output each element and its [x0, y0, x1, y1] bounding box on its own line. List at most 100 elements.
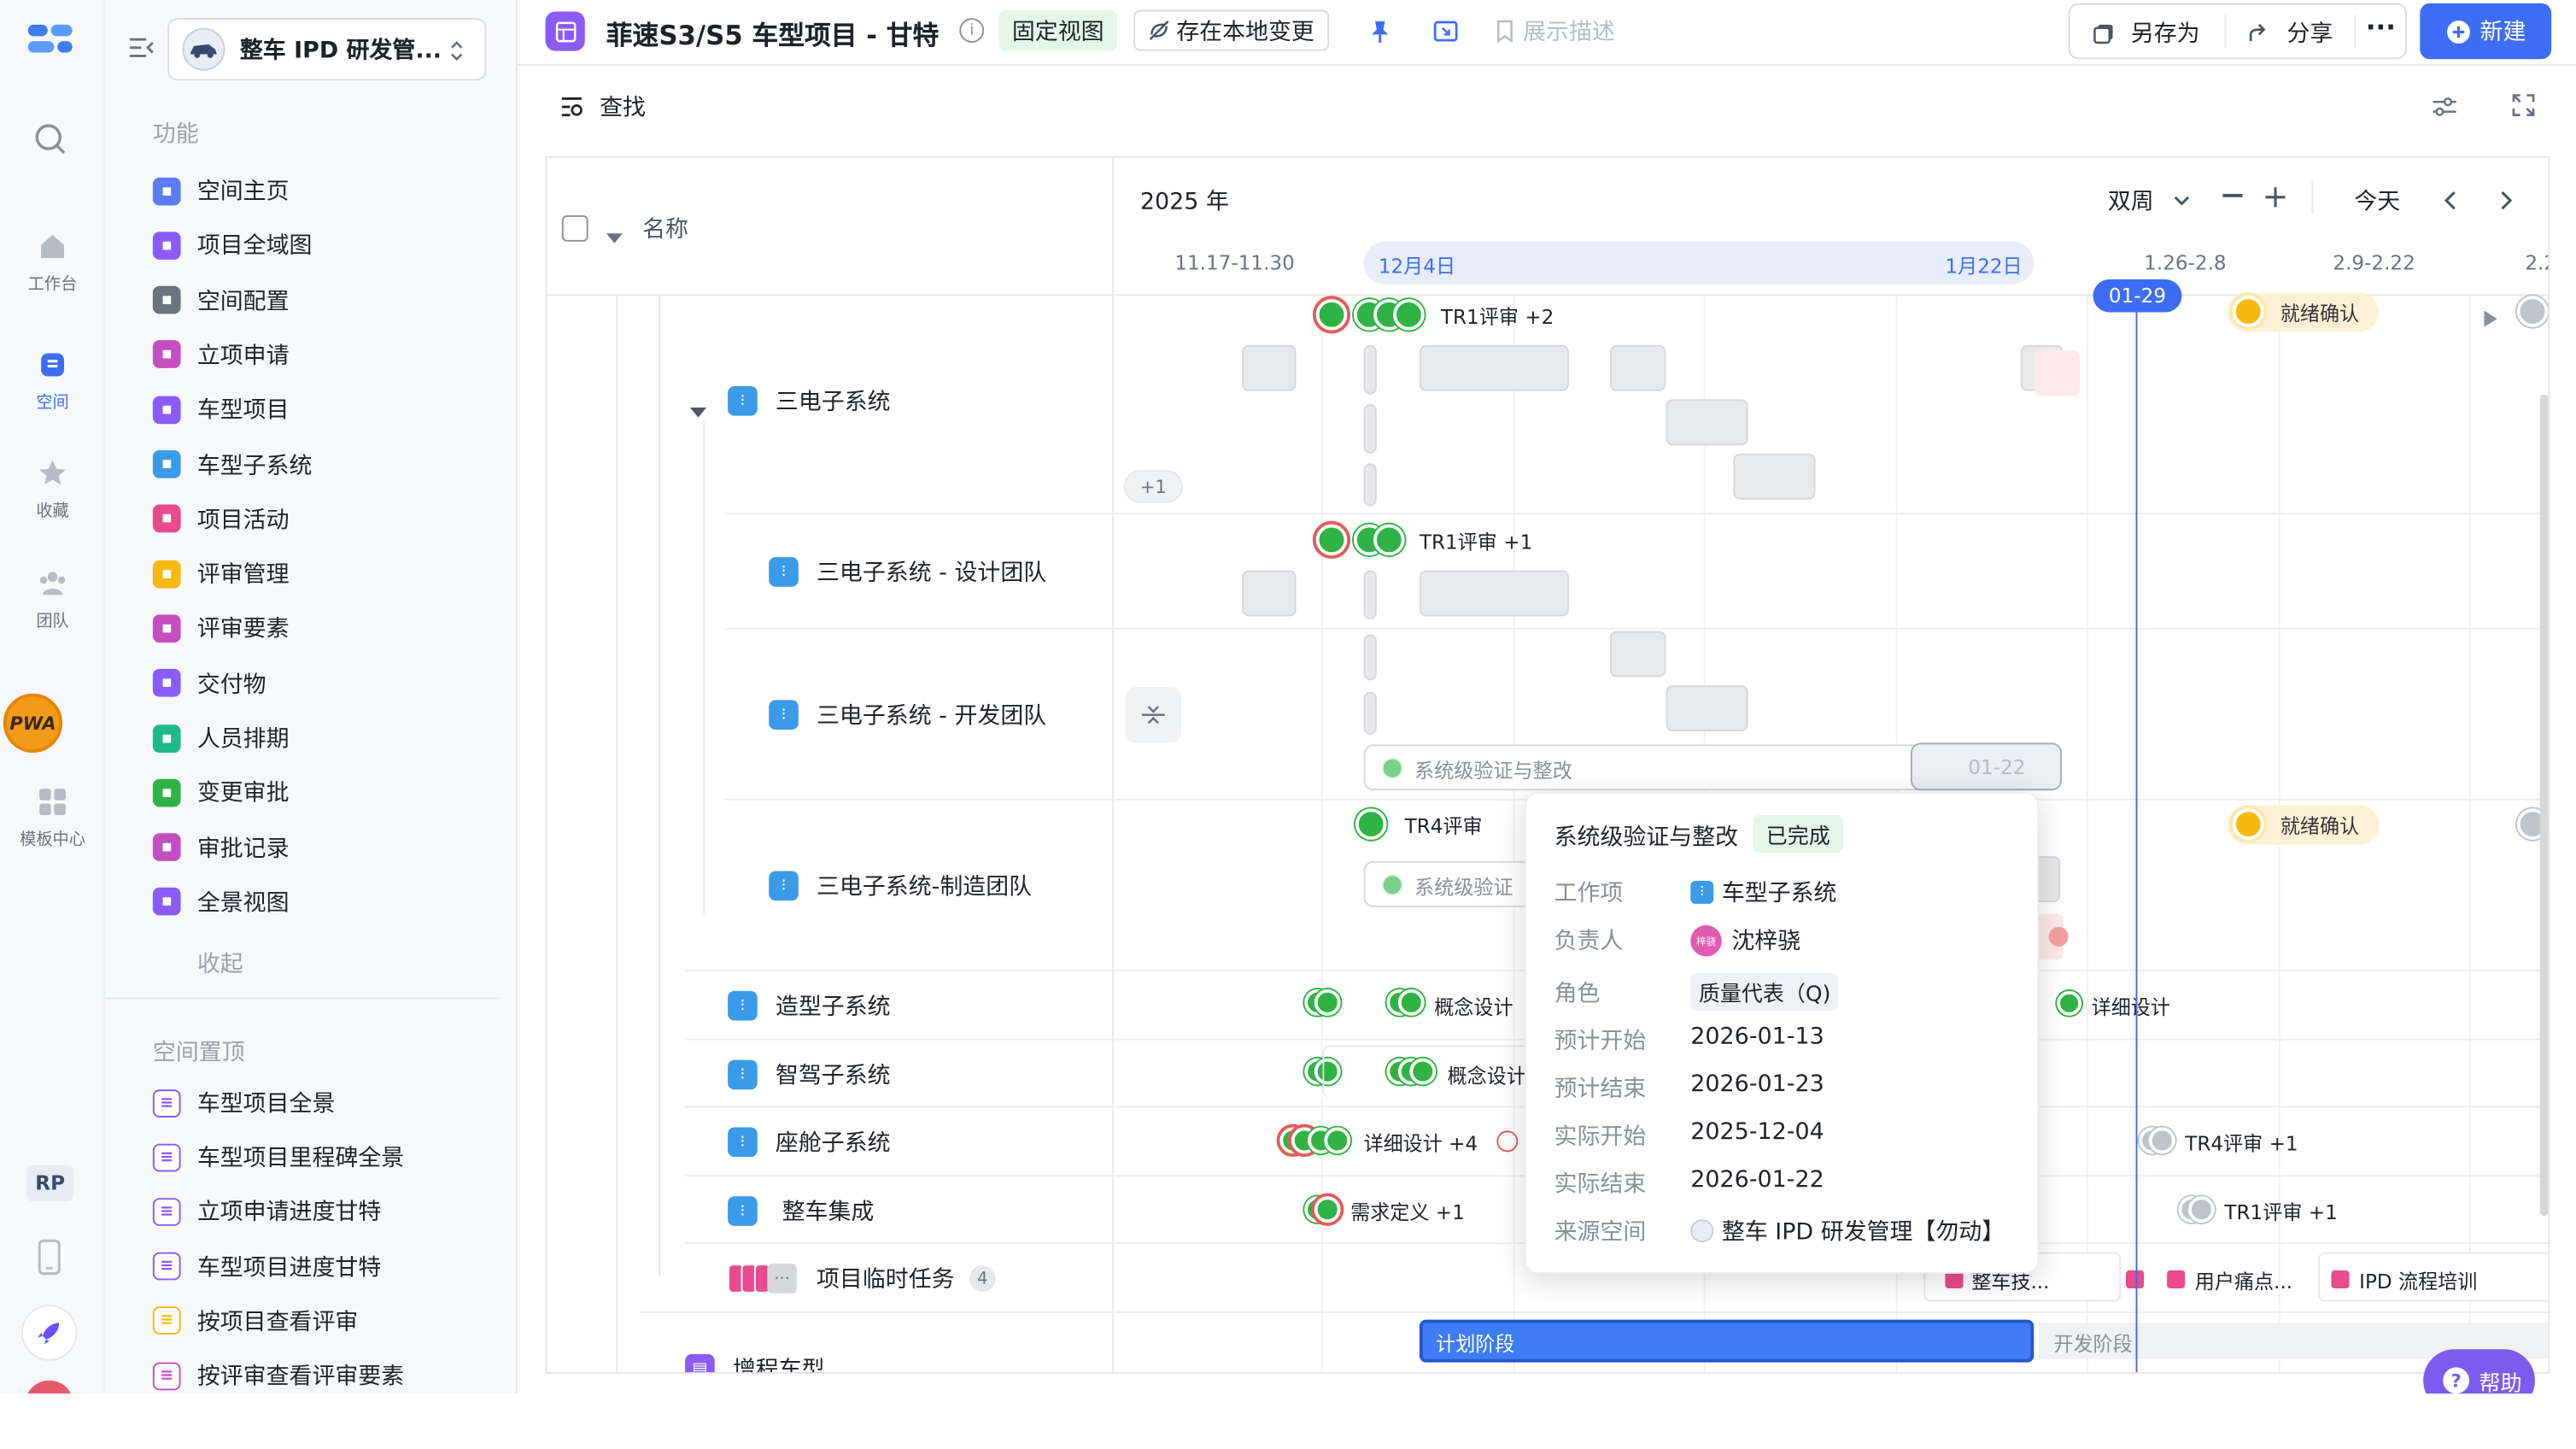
sidebar-item-12[interactable]: ▪ 审批记录 — [152, 826, 290, 869]
tree-row[interactable]: ⁝ 座舱子系统 — [728, 1126, 891, 1159]
tree-row[interactable]: ⁝ 三电子系统 - 开发团队 — [769, 698, 1046, 730]
more-icon[interactable]: ··· — [2366, 11, 2396, 43]
overdue-bar[interactable] — [2034, 349, 2081, 396]
sidebar-item-5[interactable]: ▪ 车型子系统 — [152, 443, 312, 485]
sidebar-item-6[interactable]: ▪ 项目活动 — [152, 497, 290, 540]
field-value-workitem[interactable]: ⁝ 车型子系统 — [1690, 876, 1836, 908]
rocket-icon[interactable] — [21, 1305, 78, 1361]
task-bar[interactable] — [1363, 404, 1377, 454]
pwa-badge[interactable]: PWA — [3, 693, 63, 753]
caret-down-icon[interactable] — [606, 222, 624, 243]
space-switcher[interactable]: 整车 IPD 研发管... — [167, 18, 487, 81]
task-bar[interactable] — [1363, 344, 1377, 395]
scale-select[interactable]: 双周 — [2108, 184, 2190, 216]
milestone-flag-icon[interactable] — [2188, 1196, 2215, 1223]
collapse-rows-icon[interactable] — [1125, 687, 1181, 743]
rail-team[interactable]: 团队 — [0, 567, 105, 631]
task-bar[interactable] — [1666, 399, 1748, 446]
pinned-item-3[interactable]: ≡ 车型项目进度甘特 — [152, 1245, 381, 1288]
tree-row[interactable]: ··· 项目临时任务 4 — [728, 1262, 996, 1294]
milestone-flag-icon[interactable] — [2516, 296, 2549, 327]
milestone-flag-icon[interactable] — [1314, 1196, 1341, 1223]
select-all-checkbox[interactable] — [561, 214, 588, 242]
task-bar[interactable] — [1733, 453, 1816, 500]
field-value-owner[interactable]: 梓骁 沈梓骁 — [1690, 924, 1800, 956]
help-button[interactable]: ? 帮助 — [2423, 1349, 2535, 1394]
share-button[interactable]: 分享 — [2247, 16, 2333, 49]
show-desc-button[interactable]: 展示描述 — [1495, 15, 1615, 47]
ready-confirm-pill[interactable]: 就绪确认 — [2228, 805, 2380, 845]
milestone-flag-icon[interactable] — [1315, 299, 1348, 331]
pinned-item-4[interactable]: ≡ 按项目查看评审 — [152, 1299, 358, 1342]
fixed-view-chip[interactable]: 固定视图 — [998, 9, 1117, 51]
collapse-link[interactable]: 收起 — [197, 947, 243, 979]
rail-space[interactable]: 空间 — [0, 349, 105, 413]
rail-favorites[interactable]: 收藏 — [0, 457, 105, 521]
collapse-sidebar-icon[interactable] — [128, 34, 155, 61]
user-avatar[interactable]: 雨晨 — [24, 1380, 74, 1394]
new-button[interactable]: 新建 — [2420, 3, 2552, 60]
pinned-item-1[interactable]: ≡ 车型项目里程碑全景 — [152, 1135, 404, 1178]
task-bar[interactable] — [1610, 344, 1666, 391]
task-bar[interactable] — [1363, 570, 1377, 620]
prev-icon[interactable] — [2444, 185, 2457, 217]
app-logo-icon[interactable] — [27, 21, 74, 57]
sidebar-item-0[interactable]: ▪ 空间主页 — [152, 169, 290, 212]
fullscreen-icon[interactable] — [2510, 92, 2537, 119]
task-bar[interactable] — [1363, 691, 1377, 735]
tree-row[interactable]: ⁝ 三电子系统 - 设计团队 — [769, 555, 1046, 588]
today-button[interactable]: 今天 — [2354, 184, 2400, 216]
sidebar-item-1[interactable]: ▪ 项目全域图 — [152, 224, 312, 267]
milestone-flag-icon[interactable] — [2148, 1127, 2175, 1154]
play-icon[interactable] — [2484, 302, 2497, 334]
sidebar-item-8[interactable]: ▪ 评审要素 — [152, 607, 290, 650]
task-bar[interactable] — [1242, 570, 1297, 617]
info-icon[interactable]: i — [959, 18, 985, 44]
sidebar-item-9[interactable]: ▪ 交付物 — [152, 662, 266, 705]
task-bar[interactable] — [1419, 570, 1569, 617]
task-bar[interactable] — [1666, 685, 1748, 731]
mobile-icon[interactable] — [36, 1239, 62, 1276]
save-local-chip[interactable]: 存在本地变更 — [1133, 9, 1330, 51]
tree-row[interactable]: ⁝ 造型子系统 — [728, 989, 891, 1022]
milestone-flag-icon[interactable] — [1397, 988, 1425, 1016]
task-bar[interactable] — [1363, 634, 1377, 681]
expand-caret-icon[interactable] — [689, 395, 707, 426]
find-button[interactable]: 查找 — [560, 91, 646, 123]
rail-workbench[interactable]: 工作台 — [0, 230, 105, 294]
milestone-flag-icon[interactable] — [2057, 990, 2082, 1016]
milestone-flag-icon[interactable] — [1393, 299, 1425, 331]
sidebar-item-3[interactable]: ▪ 立项申请 — [152, 333, 290, 376]
task-bar[interactable] — [1419, 344, 1569, 391]
milestone-flag-icon[interactable] — [1324, 1127, 1351, 1154]
tree-row[interactable]: ⁝ 三电子系统-制造团队 — [769, 870, 1032, 902]
save-as-button[interactable]: 另存为 — [2093, 16, 2200, 49]
sidebar-item-13[interactable]: ▪ 全景视图 — [152, 881, 290, 924]
rp-badge[interactable]: RP — [26, 1164, 74, 1202]
pinned-item-2[interactable]: ≡ 立项申请进度甘特 — [152, 1190, 381, 1233]
next-icon[interactable] — [2499, 185, 2513, 217]
milestone-flag-icon[interactable] — [1314, 988, 1341, 1016]
rail-templates[interactable]: 模板中心 — [0, 785, 105, 849]
pin-icon[interactable] — [1367, 18, 1393, 44]
sidebar-item-7[interactable]: ▪ 评审管理 — [152, 552, 290, 595]
tree-row[interactable]: ⁝ 三电子系统 — [728, 384, 891, 417]
milestone-flag-icon[interactable] — [1355, 808, 1387, 840]
pinned-item-0[interactable]: ≡ 车型项目全景 — [152, 1082, 335, 1124]
milestone-flag-icon[interactable] — [1373, 524, 1405, 556]
expand-caret-icon[interactable] — [649, 1365, 665, 1372]
sidebar-item-4[interactable]: ▪ 车型项目 — [152, 388, 290, 431]
vertical-scrollbar[interactable] — [2539, 394, 2549, 1217]
field-value-source[interactable]: 整车 IPD 研发管理【勿动】 — [1690, 1214, 2005, 1247]
search-icon[interactable] — [32, 121, 68, 157]
more-tasks-badge[interactable]: +1 — [1123, 470, 1183, 503]
embed-icon[interactable] — [1432, 18, 1459, 44]
tree-row[interactable]: ⁝ 智驾子系统 — [728, 1059, 891, 1091]
milestone-flag-icon[interactable] — [1315, 524, 1348, 556]
task-bar[interactable] — [1363, 463, 1377, 507]
task-bar[interactable] — [1610, 631, 1666, 678]
sidebar-item-11[interactable]: ▪ 变更审批 — [152, 771, 290, 814]
zoom-in-icon[interactable] — [2264, 184, 2287, 208]
tree-row[interactable]: ⁝ 整车集成 — [728, 1194, 874, 1227]
settings-sliders-icon[interactable] — [2432, 94, 2458, 117]
